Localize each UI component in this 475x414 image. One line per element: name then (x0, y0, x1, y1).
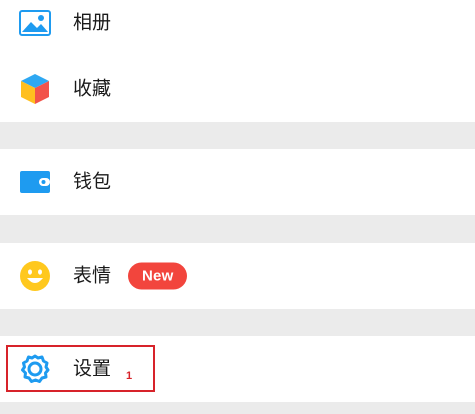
stickers-label: 表情 (73, 264, 112, 287)
menu-item-favorites[interactable]: 收藏 (0, 56, 475, 122)
image-icon (18, 6, 52, 40)
smiley-icon (18, 259, 52, 293)
menu-item-wallet[interactable]: 钱包 (0, 149, 475, 215)
settings-label: 设置 (73, 357, 112, 380)
cube-icon (18, 72, 52, 106)
new-badge: New (128, 262, 188, 290)
menu-item-stickers[interactable]: 表情 New (0, 243, 475, 309)
album-label: 相册 (73, 11, 112, 34)
menu-item-settings[interactable]: 设置 (0, 336, 475, 402)
menu-group-4: 设置 (0, 336, 475, 402)
menu-item-album[interactable]: 相册 (0, 0, 475, 56)
me-menu-screen: 相册 收藏 钱包 表情 New 设置 1 (0, 0, 475, 414)
wallet-icon (18, 165, 52, 199)
menu-group-1: 相册 收藏 (0, 0, 475, 122)
gear-icon (18, 352, 52, 386)
wallet-label: 钱包 (73, 170, 112, 193)
annotation-number: 1 (126, 370, 133, 382)
favorites-label: 收藏 (73, 77, 112, 100)
menu-group-3: 表情 New (0, 243, 475, 309)
menu-group-2: 钱包 (0, 149, 475, 215)
